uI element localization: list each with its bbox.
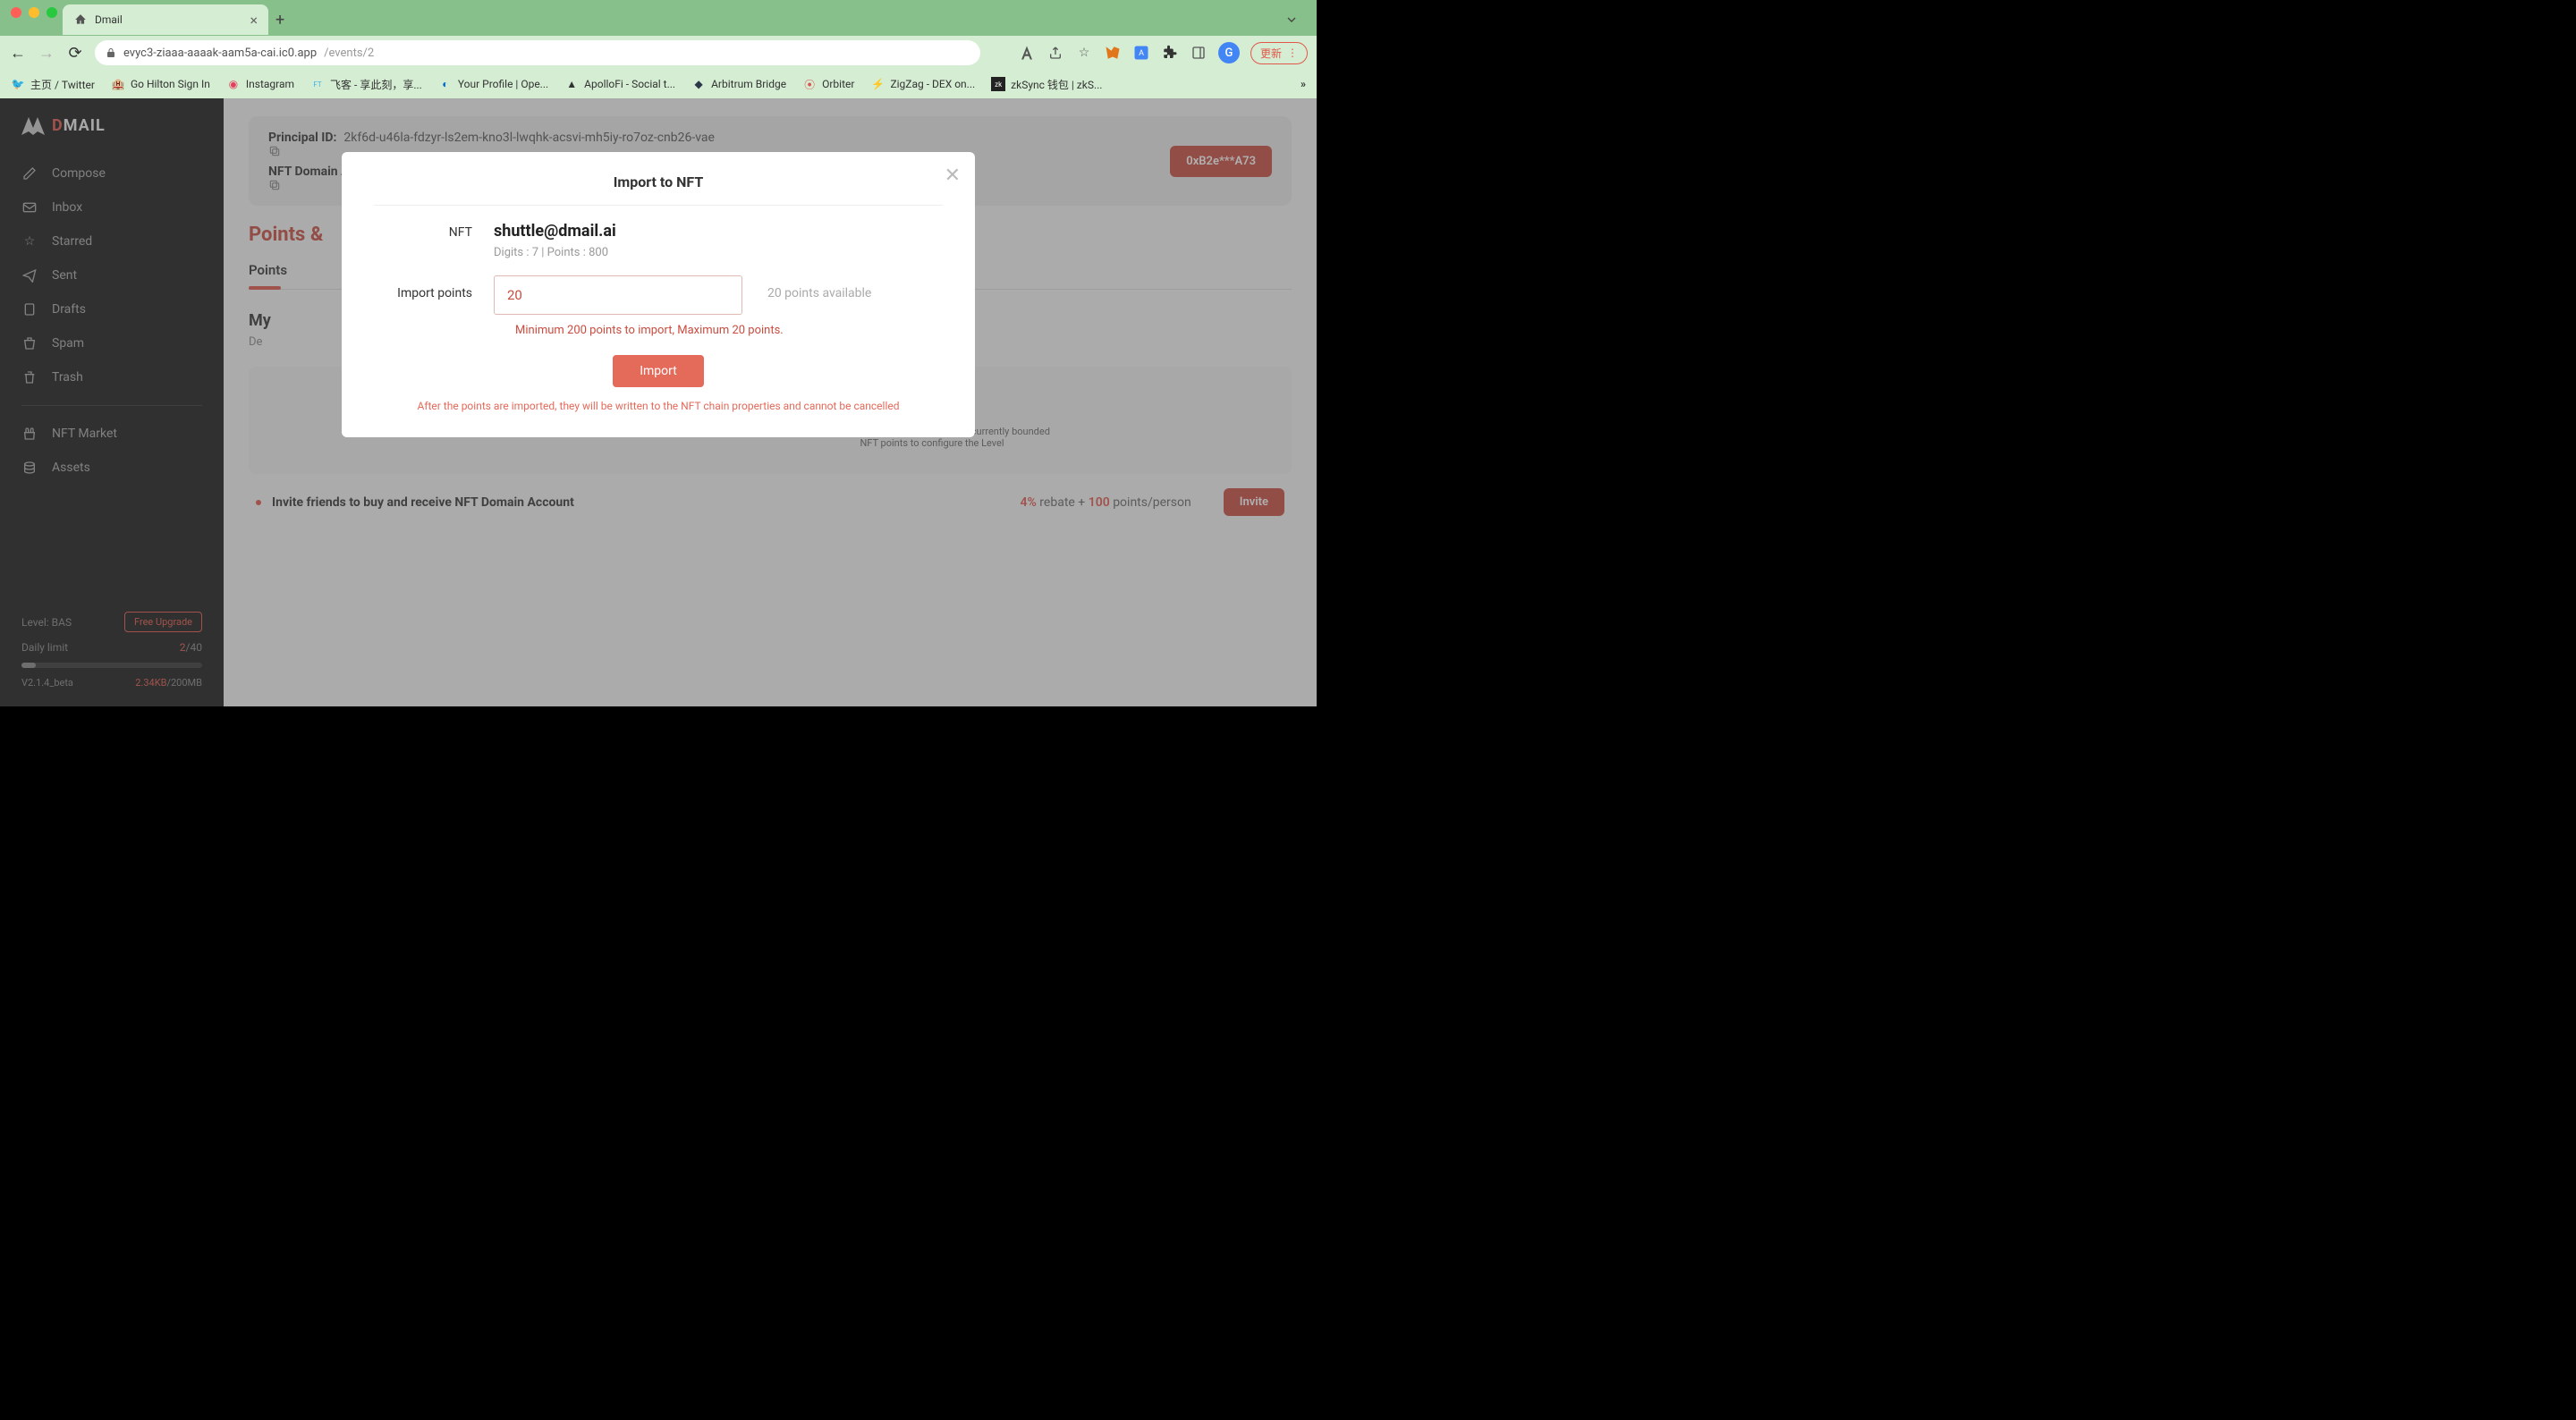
- import-modal: ✕ Import to NFT NFT shuttle@dmail.ai Dig…: [342, 152, 975, 437]
- import-points-input[interactable]: [494, 275, 742, 315]
- update-button[interactable]: 更新⋮: [1250, 42, 1308, 64]
- address-bar: ← → ⟳ evyc3-ziaaa-aaaak-aam5a-cai.ic0.ap…: [0, 36, 1317, 70]
- bookmark-instagram[interactable]: ◉Instagram: [226, 77, 294, 91]
- back-button[interactable]: ←: [9, 44, 27, 63]
- tab-close-icon[interactable]: ×: [250, 12, 258, 29]
- profile-avatar[interactable]: G: [1218, 42, 1240, 63]
- url-host: evyc3-ziaaa-aaaak-aam5a-cai.ic0.app: [123, 46, 317, 60]
- extensions-puzzle-icon[interactable]: [1161, 44, 1179, 62]
- browser-chrome: Dmail × + ← → ⟳ evyc3-ziaaa-aaaak-aam5a-…: [0, 0, 1317, 98]
- minimize-chevron-icon[interactable]: [1284, 13, 1299, 27]
- tab-favicon-icon: [73, 13, 88, 27]
- address-actions: ☆ A G 更新⋮: [1018, 42, 1308, 64]
- modal-close-icon[interactable]: ✕: [945, 165, 961, 187]
- url-path: /events/2: [324, 46, 374, 60]
- lock-icon: [106, 47, 116, 58]
- bookmarks-overflow-icon[interactable]: »: [1301, 78, 1306, 90]
- tab-bar: Dmail × +: [0, 4, 1317, 36]
- tab-title: Dmail: [95, 13, 123, 26]
- translate-icon[interactable]: [1018, 44, 1036, 62]
- nft-label: NFT: [374, 222, 494, 240]
- svg-text:A: A: [1139, 49, 1144, 58]
- import-button[interactable]: Import: [613, 355, 704, 387]
- extension-fox-icon[interactable]: [1104, 44, 1122, 62]
- bookmark-hilton[interactable]: 🏨Go Hilton Sign In: [111, 77, 210, 91]
- browser-tab[interactable]: Dmail ×: [63, 4, 268, 35]
- import-points-label: Import points: [374, 275, 494, 300]
- new-tab-button[interactable]: +: [275, 11, 284, 30]
- bookmark-arbitrum[interactable]: ◆Arbitrum Bridge: [691, 77, 786, 91]
- bookmark-bar: 🐦主页 / Twitter 🏨Go Hilton Sign In ◉Instag…: [0, 70, 1317, 98]
- url-input[interactable]: evyc3-ziaaa-aaaak-aam5a-cai.ic0.app/even…: [95, 40, 980, 65]
- bookmark-orbiter[interactable]: ⦿Orbiter: [802, 77, 854, 91]
- bookmark-flyertea[interactable]: FT飞客 - 享此刻，享...: [310, 77, 422, 92]
- share-icon[interactable]: [1046, 44, 1064, 62]
- nft-address: shuttle@dmail.ai: [494, 222, 943, 241]
- modal-title: Import to NFT: [374, 173, 943, 205]
- bookmark-zksync[interactable]: zkzkSync 钱包 | zkS...: [991, 77, 1102, 92]
- forward-button[interactable]: →: [38, 44, 55, 63]
- reload-button[interactable]: ⟳: [66, 44, 84, 63]
- bookmark-apollo[interactable]: ▲ApolloFi - Social t...: [564, 77, 675, 91]
- error-message: Minimum 200 points to import, Maximum 20…: [515, 324, 943, 337]
- modal-footnote: After the points are imported, they will…: [374, 400, 943, 412]
- bookmark-star-icon[interactable]: ☆: [1075, 44, 1093, 62]
- extension-translate-icon[interactable]: A: [1132, 44, 1150, 62]
- bookmark-twitter[interactable]: 🐦主页 / Twitter: [11, 77, 95, 92]
- points-available: 20 points available: [767, 275, 871, 300]
- modal-overlay[interactable]: ✕ Import to NFT NFT shuttle@dmail.ai Dig…: [0, 98, 1317, 706]
- nft-meta: Digits : 7 | Points : 800: [494, 246, 943, 259]
- bookmark-profile[interactable]: ◐Your Profile | Ope...: [438, 77, 548, 91]
- app-layout: DMAIL Compose Inbox ☆Starred Sent Drafts…: [0, 98, 1317, 706]
- modal-divider: [374, 205, 943, 206]
- bookmark-zigzag[interactable]: ⚡ZigZag - DEX on...: [870, 77, 975, 91]
- sidepanel-icon[interactable]: [1190, 44, 1208, 62]
